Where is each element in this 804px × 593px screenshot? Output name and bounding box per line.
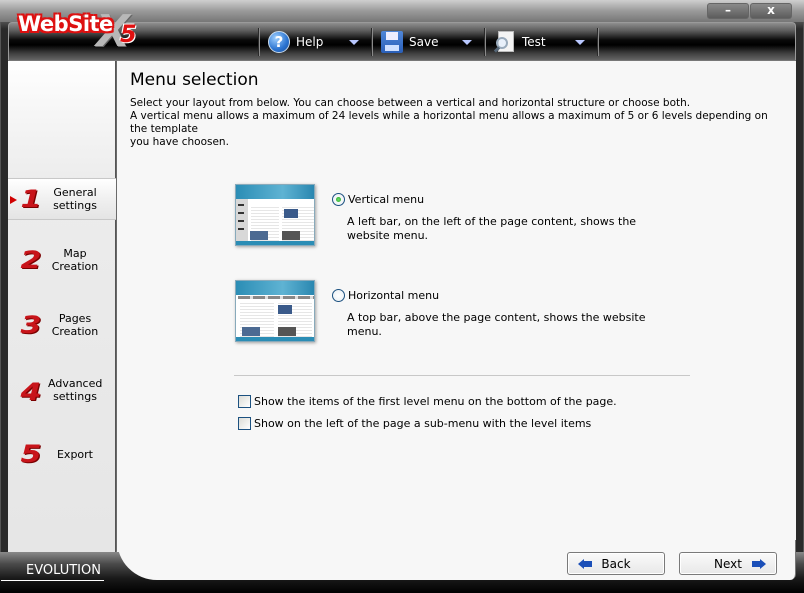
step-general-settings[interactable]: 1 General settings: [8, 178, 116, 220]
step-number: 5: [20, 440, 42, 468]
page-title: Menu selection: [130, 70, 259, 90]
step-pages-creation[interactable]: 3 Pages Creation: [8, 305, 116, 347]
step-label-line1: Map: [63, 247, 87, 260]
step-export[interactable]: 5 Export: [8, 434, 116, 476]
chevron-down-icon[interactable]: [575, 39, 585, 45]
first-level-bottom-option[interactable]: Show the items of the first level menu o…: [238, 395, 617, 408]
sub-menu-left-option[interactable]: Show on the left of the page a sub-menu …: [238, 417, 591, 430]
step-label: Export: [56, 448, 93, 461]
next-label: Next: [714, 556, 742, 571]
horizontal-menu-preview-image[interactable]: [235, 280, 315, 342]
sub-menu-left-label[interactable]: Show on the left of the page a sub-menu …: [254, 417, 591, 430]
horizontal-menu-option[interactable]: Horizontal menu: [332, 289, 439, 302]
edition-label: EVOLUTION: [26, 563, 101, 578]
save-menu-button[interactable]: Save: [373, 28, 484, 56]
step-number: 1: [20, 185, 42, 213]
save-icon: [381, 31, 403, 53]
first-level-bottom-checkbox[interactable]: [238, 395, 251, 408]
window-controls: – x: [707, 3, 792, 19]
help-icon: ?: [268, 31, 290, 53]
chevron-down-icon[interactable]: [349, 39, 359, 45]
help-label: Help: [296, 35, 324, 49]
next-button[interactable]: Next: [679, 552, 777, 575]
toolbar: ? Help Save Test: [258, 28, 599, 56]
step-label-line2: settings: [53, 390, 97, 403]
sub-menu-left-checkbox[interactable]: [238, 417, 251, 430]
test-label: Test: [522, 35, 546, 49]
logo-version: 5: [120, 20, 137, 48]
back-label: Back: [601, 556, 631, 571]
vertical-menu-preview-image[interactable]: [235, 184, 315, 246]
step-label-line2: Creation: [51, 325, 99, 338]
horizontal-menu-description: A top bar, above the page content, shows…: [347, 311, 646, 338]
help-menu-button[interactable]: ? Help: [260, 28, 371, 56]
first-level-bottom-label[interactable]: Show the items of the first level menu o…: [254, 395, 617, 408]
step-label-line1: Pages: [58, 312, 92, 325]
arrow-right-icon: [752, 558, 766, 569]
step-label: Map Creation: [48, 247, 102, 273]
vertical-menu-option[interactable]: Vertical menu: [332, 193, 424, 206]
section-divider: [234, 375, 690, 376]
edition-underline: [1, 580, 104, 581]
intro-text: Select your layout from below. You can c…: [130, 97, 780, 149]
arrow-left-icon: [578, 558, 592, 569]
test-icon: [493, 31, 516, 53]
chevron-down-icon[interactable]: [462, 39, 472, 45]
vertical-menu-radio[interactable]: [332, 193, 345, 206]
back-button[interactable]: Back: [567, 552, 665, 575]
vertical-menu-label[interactable]: Vertical menu: [348, 193, 424, 206]
minimize-button[interactable]: –: [707, 3, 749, 19]
step-number: 4: [20, 378, 42, 406]
toolbar-separator: [597, 28, 599, 56]
close-button[interactable]: x: [750, 3, 792, 19]
intro-line: you have choosen.: [130, 136, 229, 148]
step-advanced-settings[interactable]: 4 Advanced settings: [8, 370, 116, 412]
step-map-creation[interactable]: 2 Map Creation: [8, 240, 116, 282]
horizontal-menu-label[interactable]: Horizontal menu: [348, 289, 439, 302]
step-label-line2: settings: [53, 199, 97, 212]
step-label: General settings: [48, 186, 102, 212]
step-number: 3: [20, 311, 42, 339]
test-menu-button[interactable]: Test: [486, 28, 597, 56]
app-logo: X WebSite 5: [16, 6, 137, 57]
step-label-line1: General: [53, 186, 97, 199]
step-label: Pages Creation: [48, 312, 102, 338]
logo-text: WebSite: [18, 12, 113, 36]
intro-line: A vertical menu allows a maximum of 24 l…: [130, 110, 768, 135]
step-label-line2: Creation: [51, 260, 99, 273]
step-number: 2: [20, 246, 42, 274]
step-label: Advanced settings: [48, 377, 102, 403]
intro-line: Select your layout from below. You can c…: [130, 97, 691, 109]
horizontal-menu-radio[interactable]: [332, 289, 345, 302]
step-label-line1: Advanced: [48, 377, 103, 390]
vertical-menu-description: A left bar, on the left of the page cont…: [347, 215, 637, 242]
save-label: Save: [409, 35, 439, 49]
